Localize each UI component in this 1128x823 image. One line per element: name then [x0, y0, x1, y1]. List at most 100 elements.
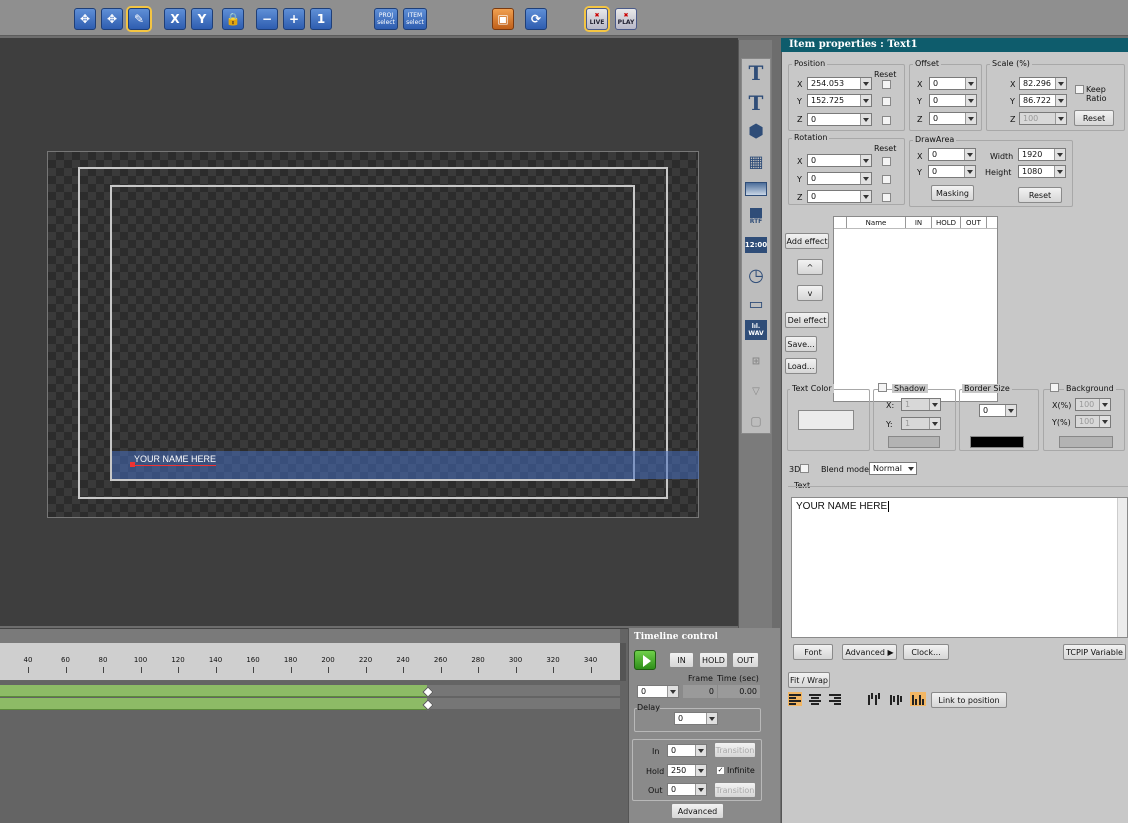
valign-middle-icon[interactable] — [888, 692, 904, 706]
background-y-field[interactable]: 100 — [1075, 415, 1111, 428]
lock-x-button[interactable]: X — [164, 8, 186, 30]
border-size-field[interactable]: 0 — [979, 404, 1017, 417]
infinite-checkbox[interactable]: ✓ — [716, 766, 725, 775]
rotation-y-reset-checkbox[interactable] — [882, 175, 891, 184]
out-transition-button[interactable]: Transition — [714, 782, 756, 798]
advanced-text-button[interactable]: Advanced ▶ — [842, 644, 897, 660]
zoom-reset-icon[interactable]: 1 — [310, 8, 332, 30]
clock-tool-icon[interactable]: 12:00 — [745, 237, 767, 253]
shadow-color-swatch[interactable] — [888, 436, 940, 448]
image-tool-icon[interactable]: ▦ — [745, 150, 767, 172]
masking-button[interactable]: Masking — [931, 185, 974, 201]
drawarea-height-field[interactable]: 1080 — [1018, 165, 1066, 178]
zoom-in-icon[interactable]: + — [283, 8, 305, 30]
rotation-x-field[interactable]: 0 — [807, 154, 872, 167]
border-color-swatch[interactable] — [970, 436, 1024, 448]
text3d-tool-icon[interactable]: T — [745, 91, 767, 115]
in-transition-button[interactable]: Transition — [714, 742, 756, 758]
background-checkbox[interactable] — [1050, 383, 1059, 392]
rotation-x-reset-checkbox[interactable] — [882, 157, 891, 166]
background-color-swatch[interactable] — [1059, 436, 1113, 448]
sequence-tool-icon[interactable]: ⊞ — [745, 350, 767, 372]
in-duration-field[interactable]: 0 — [667, 744, 707, 757]
frame-select[interactable]: 0 — [637, 685, 679, 698]
move-view-icon[interactable]: ✥ — [74, 8, 96, 30]
shadow-checkbox[interactable] — [878, 383, 887, 392]
hold-duration-field[interactable]: 250 — [667, 764, 707, 777]
hold-button[interactable]: HOLD — [699, 652, 728, 668]
save-effect-button[interactable]: Save... — [785, 336, 817, 352]
font-button[interactable]: Font — [793, 644, 833, 660]
text-content-area[interactable]: YOUR NAME HERE — [791, 497, 1128, 638]
scale-y-field[interactable]: 86.722 — [1019, 94, 1067, 107]
rotation-z-reset-checkbox[interactable] — [882, 193, 891, 202]
play-icon[interactable] — [634, 650, 656, 670]
rotation-y-field[interactable]: 0 — [807, 172, 872, 185]
keep-ratio-checkbox[interactable] — [1075, 85, 1084, 94]
text-scrollbar[interactable] — [1117, 498, 1127, 637]
camera-tool-icon[interactable]: ▭ — [745, 292, 767, 314]
rtf-tool-icon[interactable]: RTF — [745, 205, 767, 227]
edit-pencil-icon[interactable]: ✎ — [128, 8, 150, 30]
in-button[interactable]: IN — [669, 652, 694, 668]
valign-top-icon[interactable] — [866, 692, 882, 706]
align-right-icon[interactable] — [828, 692, 842, 706]
position-z-reset-checkbox[interactable] — [882, 116, 891, 125]
out-duration-field[interactable]: 0 — [667, 783, 707, 796]
offset-z-field[interactable]: 0 — [929, 112, 977, 125]
text-color-swatch[interactable] — [798, 410, 854, 430]
drawarea-y-field[interactable]: 0 — [928, 165, 976, 178]
timeline-advanced-button[interactable]: Advanced — [671, 803, 724, 819]
render-icon[interactable]: ▣ — [492, 8, 514, 30]
lock-icon[interactable]: 🔒 — [222, 8, 244, 30]
lock-y-button[interactable]: Y — [191, 8, 213, 30]
position-x-reset-checkbox[interactable] — [882, 80, 891, 89]
effect-down-button[interactable]: v — [797, 285, 823, 301]
rotation-z-field[interactable]: 0 — [807, 190, 872, 203]
play-output-button[interactable]: ✖ PLAY — [615, 8, 637, 30]
move-item-icon[interactable]: ✥ — [101, 8, 123, 30]
valign-bottom-icon[interactable] — [910, 692, 926, 706]
refresh-icon[interactable]: ⟳ — [525, 8, 547, 30]
gradient-tool-icon[interactable] — [745, 178, 767, 200]
link-to-position-button[interactable]: Link to position — [931, 692, 1007, 708]
shadow-x-field[interactable]: 1 — [901, 398, 941, 411]
background-x-field[interactable]: 100 — [1075, 398, 1111, 411]
audio-tool-icon[interactable]: lıl. WAV — [745, 320, 767, 340]
effects-list[interactable] — [833, 216, 998, 402]
scale-z-field[interactable]: 100 — [1019, 112, 1067, 125]
blend-mode-select[interactable]: Normal — [869, 462, 917, 475]
delay-field[interactable]: 0 — [674, 712, 718, 725]
project-select-button[interactable]: PROJ select — [374, 8, 398, 30]
effect-up-button[interactable]: ^ — [797, 259, 823, 275]
out-button[interactable]: OUT — [732, 652, 759, 668]
add-effect-button[interactable]: Add effect — [785, 233, 829, 249]
position-y-reset-checkbox[interactable] — [882, 97, 891, 106]
scale-x-field[interactable]: 82.296 — [1019, 77, 1067, 90]
cube-tool-icon[interactable]: ⬢ — [745, 120, 767, 142]
position-z-field[interactable]: 0 — [807, 113, 872, 126]
align-center-icon[interactable] — [808, 692, 822, 706]
timeline-track-2[interactable] — [0, 698, 427, 710]
scale-reset-button[interactable]: Reset — [1074, 110, 1114, 126]
rect-tool-icon[interactable]: ▢ — [745, 410, 767, 432]
offset-y-field[interactable]: 0 — [929, 94, 977, 107]
tcpip-variable-button[interactable]: TCPIP Variable — [1063, 644, 1126, 660]
fit-wrap-button[interactable]: Fit / Wrap — [788, 672, 830, 688]
align-left-icon[interactable] — [788, 692, 802, 706]
text-tool-icon[interactable]: T — [745, 61, 767, 85]
position-y-field[interactable]: 152.725 — [807, 94, 872, 107]
drawarea-reset-button[interactable]: Reset — [1018, 187, 1062, 203]
3d-checkbox[interactable] — [800, 464, 809, 473]
zoom-out-icon[interactable]: − — [256, 8, 278, 30]
clock-button[interactable]: Clock... — [903, 644, 949, 660]
shadow-y-field[interactable]: 1 — [901, 417, 941, 430]
drawarea-width-field[interactable]: 1920 — [1018, 148, 1066, 161]
text-item[interactable]: YOUR NAME HERE — [134, 454, 217, 466]
ticker-tool-icon[interactable]: ▽ — [745, 380, 767, 402]
position-x-field[interactable]: 254.053 — [807, 77, 872, 90]
drawarea-x-field[interactable]: 0 — [928, 148, 976, 161]
del-effect-button[interactable]: Del effect — [785, 312, 829, 328]
timeline-track-1[interactable] — [0, 685, 427, 697]
live-button[interactable]: ✖ LIVE — [586, 8, 608, 30]
